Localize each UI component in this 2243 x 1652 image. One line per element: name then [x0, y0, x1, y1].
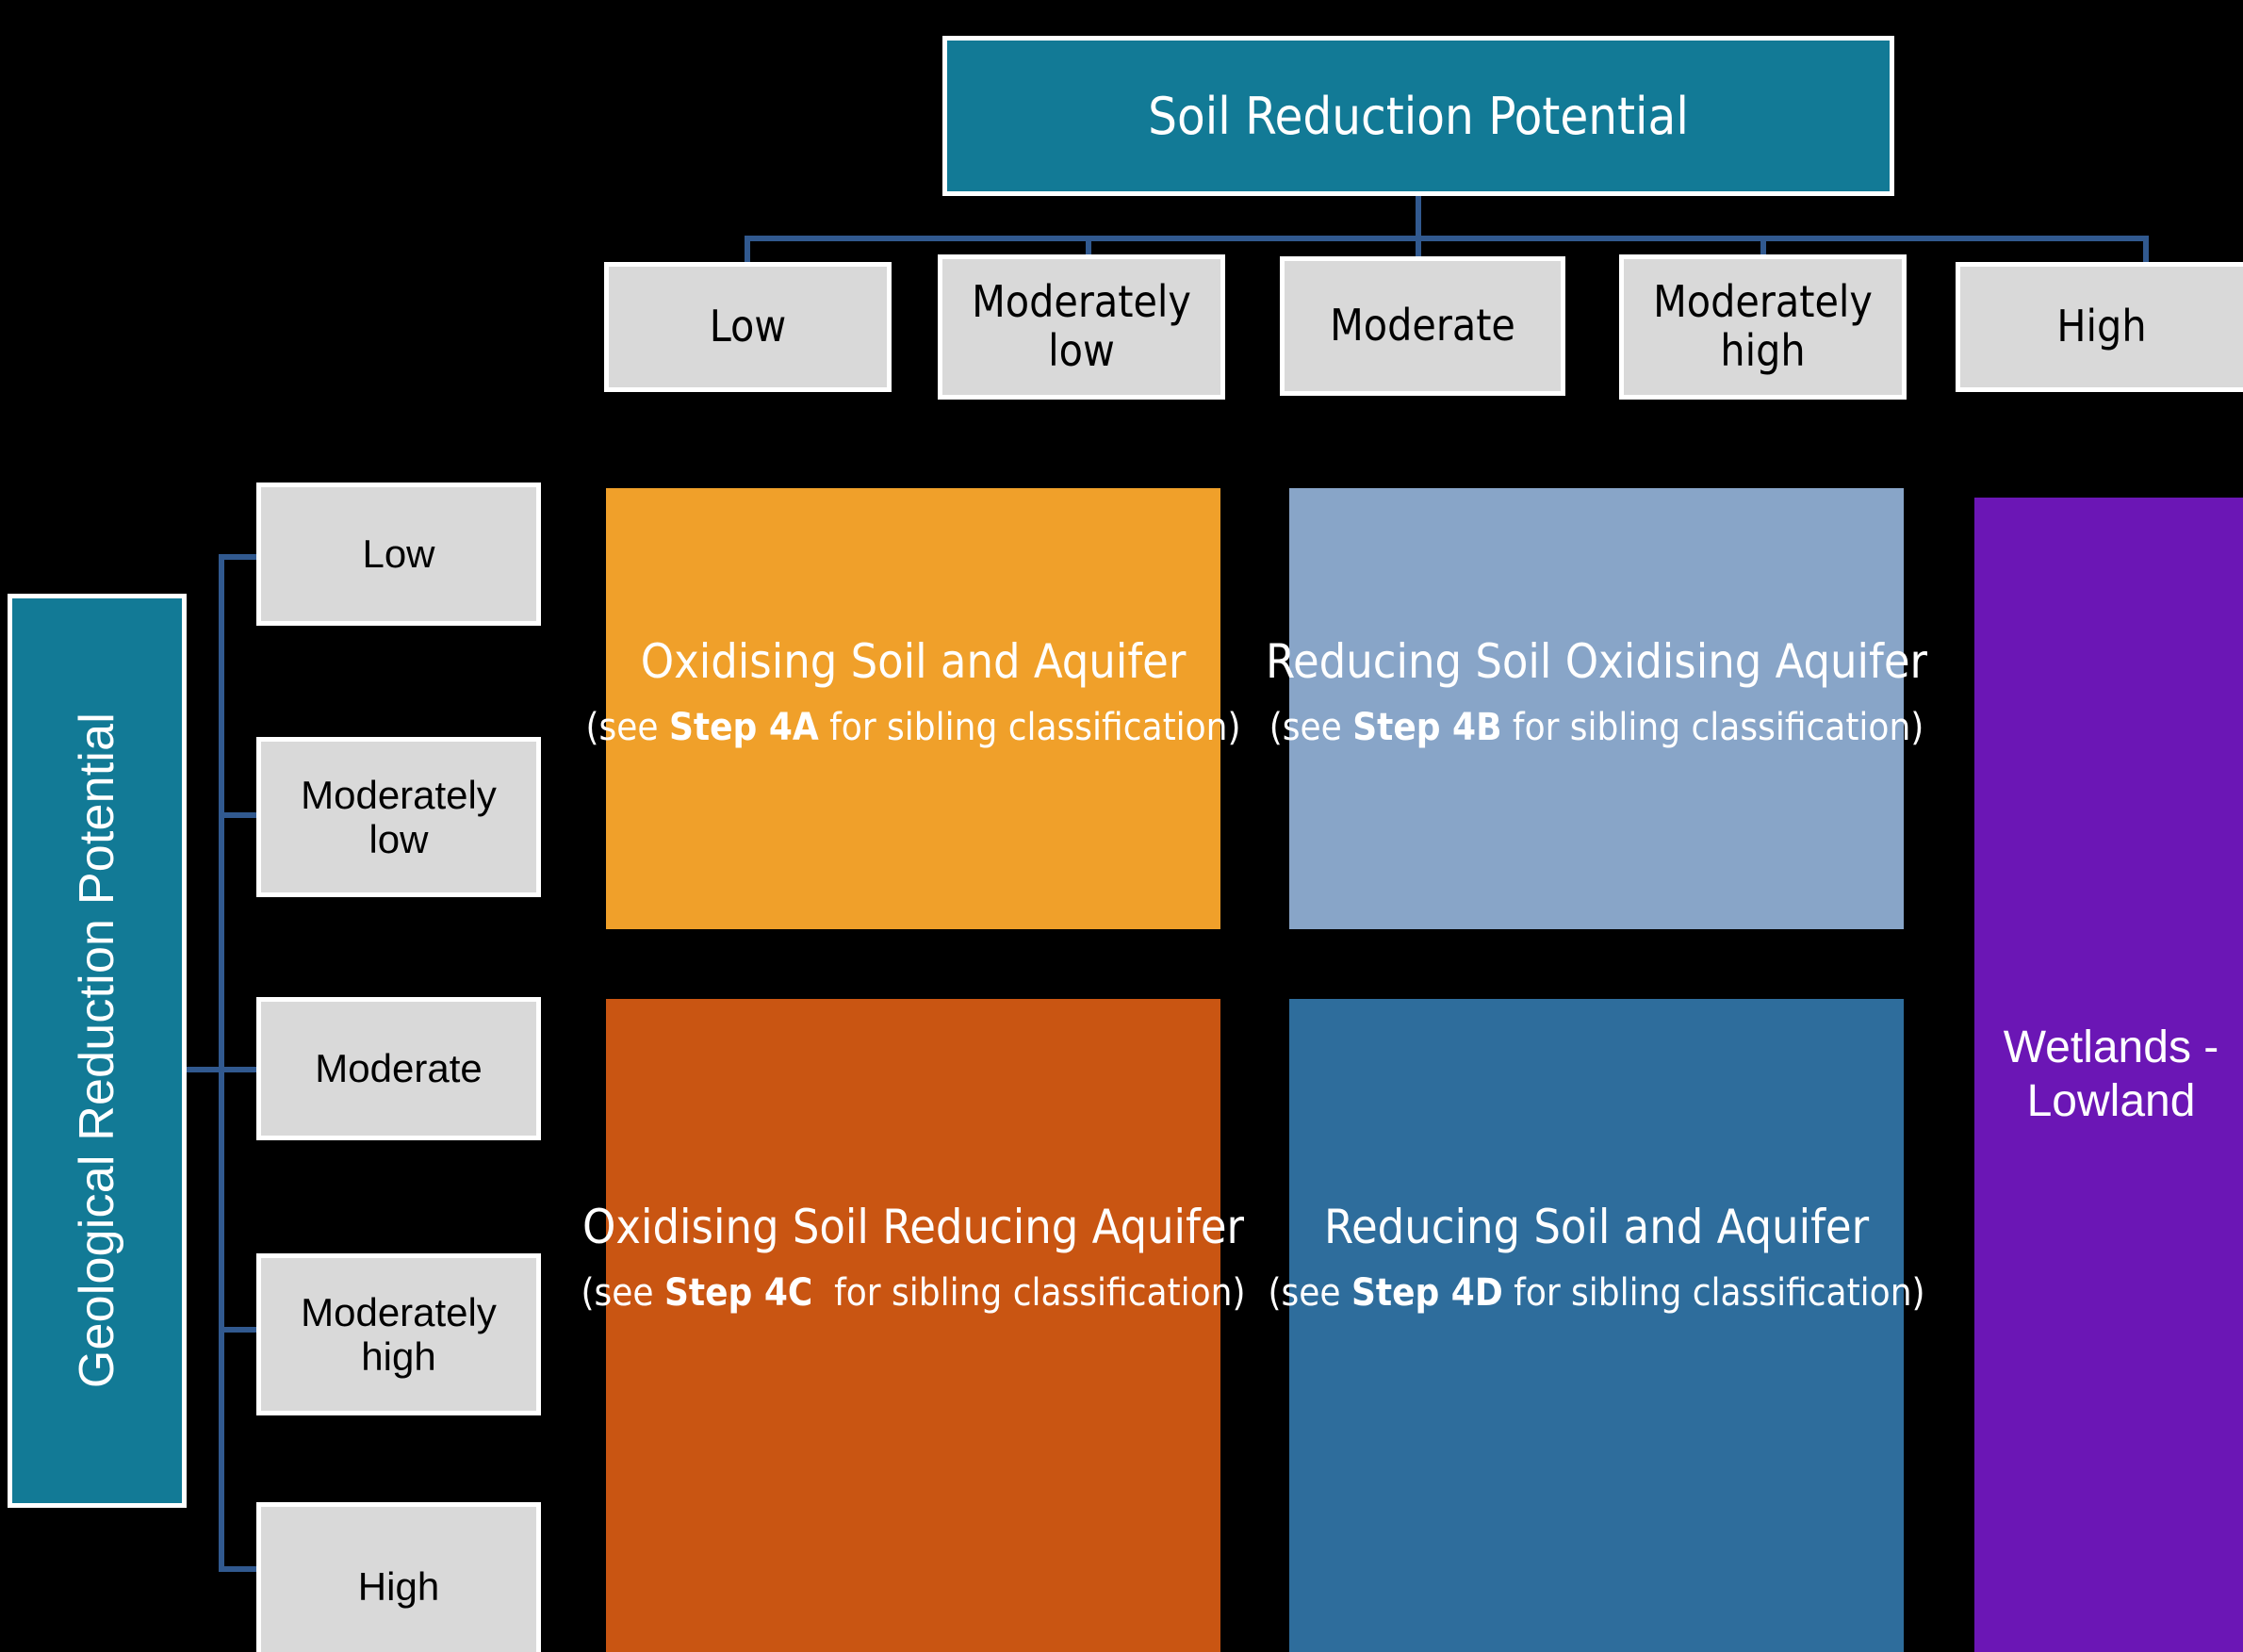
- geological-level-moderately-low[interactable]: Moderately low: [256, 737, 541, 897]
- connector-top-stem: [1416, 196, 1421, 241]
- soil-level-moderate[interactable]: Moderate: [1280, 256, 1565, 396]
- quadrant-oxidising-soil-and-aquifer[interactable]: Oxidising Soil and Aquifer (see Step 4A …: [585, 488, 1241, 929]
- soil-level-high[interactable]: High: [1956, 262, 2243, 392]
- quadrant-c-step-ref: Step 4C: [664, 1271, 813, 1315]
- quadrant-d-title: Reducing Soil and Aquifer: [1323, 1200, 1870, 1254]
- connector-left-stub-2: [219, 812, 258, 818]
- diagram-canvas: Soil Reduction Potential Low Moderately …: [0, 0, 2243, 1652]
- quadrant-reducing-soil-oxidising-aquifer[interactable]: Reducing Soil Oxidising Aquifer (see Ste…: [1266, 488, 1927, 929]
- quadrant-b-subtitle: (see Step 4B for sibling classification): [1266, 707, 1927, 748]
- quadrant-b-title: Reducing Soil Oxidising Aquifer: [1265, 633, 1928, 689]
- connector-left-stub-5: [219, 1566, 258, 1572]
- connector-left-stub-1: [219, 554, 258, 560]
- connector-left-stub-3: [219, 1067, 258, 1072]
- quadrant-b-sub-pre: (see: [1269, 705, 1353, 749]
- quadrant-c-title: Oxidising Soil Reducing Aquifer: [581, 1200, 1245, 1254]
- wetlands-lowland-panel[interactable]: Wetlands - Lowland: [1974, 498, 2243, 1652]
- quadrant-d-sub-pre: (see: [1268, 1271, 1351, 1315]
- quadrant-a-step-ref: Step 4A: [669, 705, 819, 749]
- quadrant-a-sub-pre: (see: [585, 705, 669, 749]
- connector-left-stub-4: [219, 1327, 258, 1333]
- quadrant-a-title: Oxidising Soil and Aquifer: [640, 633, 1187, 689]
- soil-reduction-potential-header: Soil Reduction Potential: [942, 36, 1894, 196]
- quadrant-d-subtitle: (see Step 4D for sibling classification): [1268, 1272, 1924, 1314]
- quadrant-reducing-soil-and-aquifer[interactable]: Reducing Soil and Aquifer (see Step 4D f…: [1268, 999, 1925, 1652]
- axis-left-label: Geological Reduction Potential: [70, 712, 124, 1389]
- quadrant-b-sub-post: for sibling classification): [1501, 705, 1924, 749]
- geological-level-moderate[interactable]: Moderate: [256, 997, 541, 1140]
- geological-level-high[interactable]: High: [256, 1502, 541, 1652]
- soil-level-low[interactable]: Low: [604, 262, 892, 392]
- quadrant-a-subtitle: (see Step 4A for sibling classification): [585, 707, 1240, 748]
- quadrant-oxidising-soil-reducing-aquifer[interactable]: Oxidising Soil Reducing Aquifer (see Ste…: [581, 999, 1246, 1652]
- quadrant-c-sub-post: for sibling classification): [812, 1271, 1246, 1315]
- quadrant-d-sub-post: for sibling classification): [1502, 1271, 1925, 1315]
- soil-level-moderately-low[interactable]: Moderately low: [938, 254, 1225, 400]
- geological-level-low[interactable]: Low: [256, 483, 541, 626]
- connector-left-spine: [219, 554, 224, 1572]
- quadrant-a-sub-post: for sibling classification): [818, 705, 1241, 749]
- geological-reduction-potential-axis: Geological Reduction Potential: [8, 594, 187, 1508]
- connector-top-bus: [745, 236, 2149, 241]
- geological-level-moderately-high[interactable]: Moderately high: [256, 1253, 541, 1415]
- quadrant-b-step-ref: Step 4B: [1352, 705, 1502, 749]
- quadrant-d-step-ref: Step 4D: [1351, 1271, 1503, 1315]
- quadrant-c-sub-pre: (see: [581, 1271, 664, 1315]
- soil-level-moderately-high[interactable]: Moderately high: [1619, 254, 1907, 400]
- quadrant-c-subtitle: (see Step 4C for sibling classification): [581, 1272, 1245, 1314]
